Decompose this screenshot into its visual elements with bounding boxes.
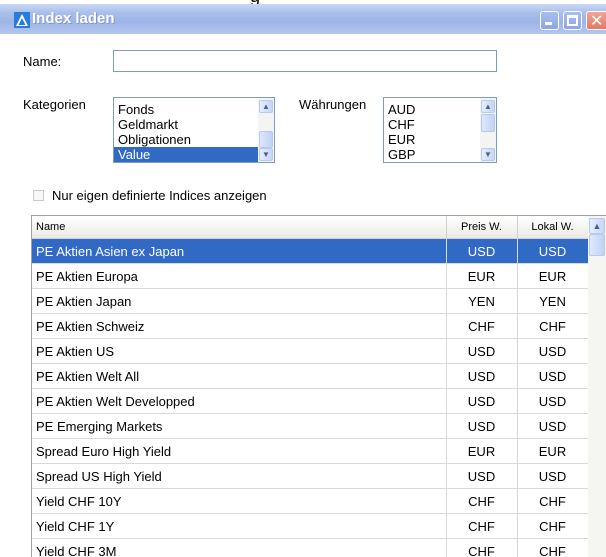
index-app-icon xyxy=(14,12,30,28)
cell-lokal: YEN xyxy=(517,288,589,314)
waehrungen-list-item[interactable]: CHF xyxy=(384,117,480,132)
cell-preis: USD xyxy=(446,238,518,264)
scroll-up-icon[interactable]: ▲ xyxy=(589,218,605,234)
table-row[interactable]: Yield CHF 10Y CHF CHF xyxy=(32,488,589,514)
close-icon: ✕ xyxy=(590,11,604,30)
waehrungen-label: Währungen xyxy=(299,97,367,112)
cell-preis: CHF xyxy=(446,488,518,514)
cell-preis: CHF xyxy=(446,313,518,339)
cell-preis: USD xyxy=(446,388,518,414)
table-row[interactable]: PE Aktien Europa EUR EUR xyxy=(32,263,589,289)
cell-lokal: USD xyxy=(517,463,589,489)
title-bar[interactable]: Index laden ✕ xyxy=(0,4,606,34)
own-indices-label: Nur eigen definierte Indices anzeigen xyxy=(52,188,267,203)
table-row[interactable]: Spread US High Yield USD USD xyxy=(32,463,589,489)
kategorien-scroll-thumb[interactable] xyxy=(259,131,273,148)
cell-preis: CHF xyxy=(446,513,518,539)
table-row[interactable]: PE Aktien Welt All USD USD xyxy=(32,363,589,389)
cell-name: PE Emerging Markets xyxy=(32,413,447,439)
kategorien-listbox[interactable]: Fonds Geldmarkt Obligationen Value ▲ ▼ xyxy=(113,97,275,163)
cell-preis: EUR xyxy=(446,438,518,464)
cell-name: PE Aktien Asien ex Japan xyxy=(32,238,447,264)
waehrungen-list-item[interactable]: EUR xyxy=(384,132,480,147)
table-row[interactable]: PE Aktien Welt Developped USD USD xyxy=(32,388,589,414)
table-row[interactable]: Yield CHF 3M CHF CHF xyxy=(32,538,589,557)
window-title: Index laden xyxy=(32,10,115,27)
table-row[interactable]: PE Aktien US USD USD xyxy=(32,338,589,364)
own-indices-checkbox[interactable] xyxy=(33,190,44,201)
table-scroll-thumb[interactable] xyxy=(589,234,605,256)
table-row[interactable]: PE Aktien Schweiz CHF CHF xyxy=(32,313,589,339)
cell-lokal: CHF xyxy=(517,538,589,557)
waehrungen-list-item[interactable]: AUD xyxy=(384,102,480,117)
cell-lokal: EUR xyxy=(517,438,589,464)
kategorien-scrollbar[interactable]: ▲ ▼ xyxy=(258,98,274,162)
cell-name: PE Aktien Schweiz xyxy=(32,313,447,339)
scroll-up-icon[interactable]: ▲ xyxy=(259,100,273,113)
waehrungen-scrollbar[interactable]: ▲ ▼ xyxy=(480,98,496,162)
maximize-icon xyxy=(567,15,578,26)
kategorien-list-item[interactable]: Geldmarkt xyxy=(114,117,258,132)
cell-lokal: USD xyxy=(517,388,589,414)
cell-name: PE Aktien Welt All xyxy=(32,363,447,389)
cell-name: PE Aktien Japan xyxy=(32,288,447,314)
cell-lokal: USD xyxy=(517,338,589,364)
cell-name: Spread US High Yield xyxy=(32,463,447,489)
cell-name: PE Aktien Welt Developped xyxy=(32,388,447,414)
cell-name: Spread Euro High Yield xyxy=(32,438,447,464)
cell-lokal: USD xyxy=(517,363,589,389)
kategorien-list-item[interactable]: Obligationen xyxy=(114,132,258,147)
table-row[interactable]: Spread Euro High Yield EUR EUR xyxy=(32,438,589,464)
minimize-button[interactable] xyxy=(540,11,559,30)
cell-preis: EUR xyxy=(446,263,518,289)
cell-lokal: CHF xyxy=(517,488,589,514)
cell-name: Yield CHF 10Y xyxy=(32,488,447,514)
waehrungen-scroll-thumb[interactable] xyxy=(481,114,495,132)
column-header-preis[interactable]: Preis W. xyxy=(446,216,518,239)
waehrungen-listbox[interactable]: AUD CHF EUR GBP ▲ ▼ xyxy=(383,97,497,163)
table-row[interactable]: PE Emerging Markets USD USD xyxy=(32,413,589,439)
column-header-name[interactable]: Name xyxy=(32,216,447,239)
waehrungen-list-item[interactable]: GBP xyxy=(384,147,480,162)
table-row[interactable]: Yield CHF 1Y CHF CHF xyxy=(32,513,589,539)
kategorien-list-item[interactable]: Value xyxy=(114,147,258,162)
scroll-down-icon[interactable]: ▼ xyxy=(481,148,495,161)
cell-name: PE Aktien Europa xyxy=(32,263,447,289)
cell-preis: USD xyxy=(446,363,518,389)
kategorien-list-item[interactable]: Fonds xyxy=(114,102,258,117)
table-scrollbar[interactable]: ▲ xyxy=(588,216,606,557)
cell-name: PE Aktien US xyxy=(32,338,447,364)
cell-lokal: EUR xyxy=(517,263,589,289)
cell-name: Yield CHF 1Y xyxy=(32,513,447,539)
cell-preis: YEN xyxy=(446,288,518,314)
name-label: Name: xyxy=(23,54,62,69)
cell-preis: USD xyxy=(446,413,518,439)
scroll-down-icon[interactable]: ▼ xyxy=(259,148,273,161)
scroll-up-icon[interactable]: ▲ xyxy=(481,100,495,113)
table-row[interactable]: PE Aktien Japan YEN YEN xyxy=(32,288,589,314)
minimize-icon xyxy=(545,22,552,25)
close-button[interactable]: ✕ xyxy=(586,11,606,30)
cell-lokal: CHF xyxy=(517,313,589,339)
column-header-lokal[interactable]: Lokal W. xyxy=(517,216,589,239)
cell-preis: USD xyxy=(446,463,518,489)
cell-name: Yield CHF 3M xyxy=(32,538,447,557)
cell-lokal: CHF xyxy=(517,513,589,539)
name-input[interactable] xyxy=(113,50,497,72)
cell-preis: USD xyxy=(446,338,518,364)
cell-lokal: USD xyxy=(517,238,589,264)
table-row[interactable]: PE Aktien Asien ex Japan USD USD xyxy=(32,238,589,264)
indices-table: Name Preis W. Lokal W. PE Aktien Asien e… xyxy=(31,215,606,557)
cell-lokal: USD xyxy=(517,413,589,439)
cell-preis: CHF xyxy=(446,538,518,557)
maximize-button[interactable] xyxy=(563,11,582,30)
kategorien-label: Kategorien xyxy=(23,97,86,112)
